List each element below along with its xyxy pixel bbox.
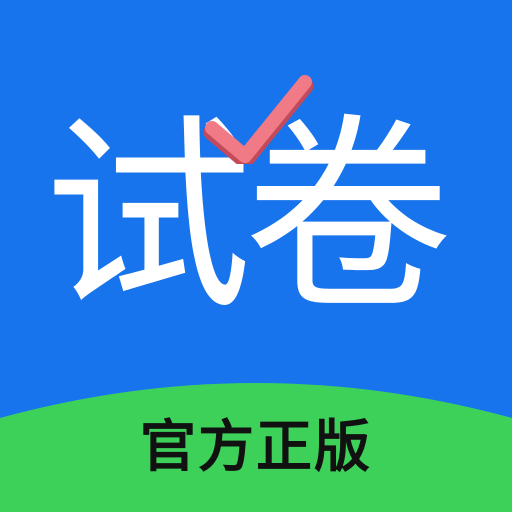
tagline: 官方正版	[140, 415, 372, 480]
app-icon[interactable]: 试卷 官方正版	[0, 0, 512, 512]
